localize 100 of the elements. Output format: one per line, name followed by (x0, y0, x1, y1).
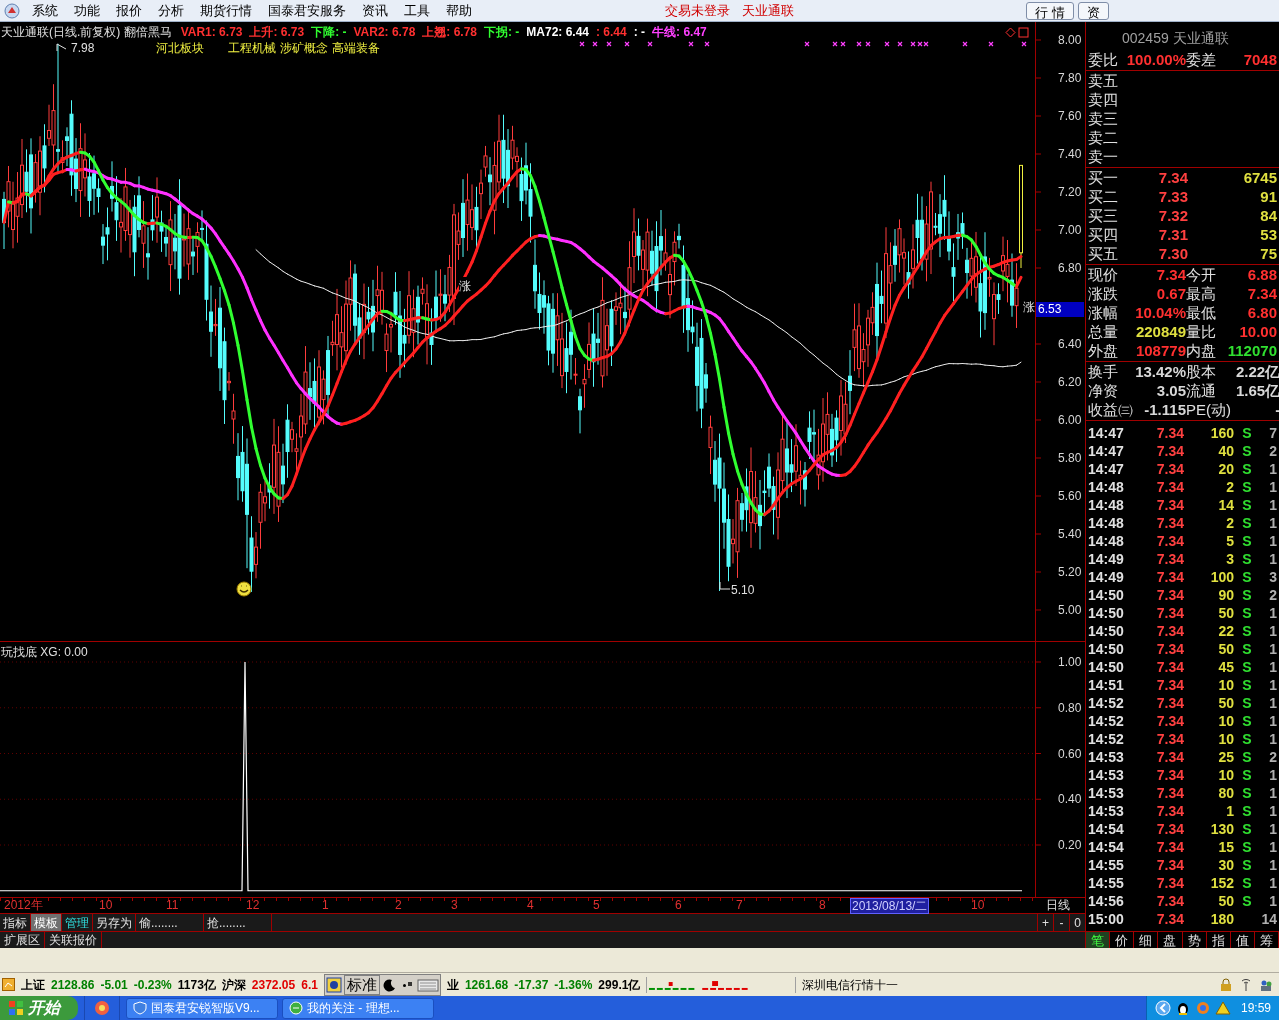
field-label: 涨幅 (1088, 303, 1119, 322)
trade-time: 14:48 (1088, 514, 1125, 532)
trade-time: 14:48 (1088, 496, 1125, 514)
trade-time: 14:47 (1088, 442, 1125, 460)
quote-text: 2128.86 (51, 976, 95, 994)
trade-side: S (1241, 640, 1253, 658)
axis-label: 5.20 (1058, 565, 1082, 579)
trade-price: 7.34 (1155, 712, 1184, 730)
trade-volume: 40 (1217, 442, 1234, 460)
taskbar-button[interactable]: 国泰君安锐智版V9... (126, 997, 278, 1019)
trade-volume: 90 (1217, 586, 1234, 604)
axis-label: 2012年 (3, 898, 44, 912)
menu-item[interactable]: 帮助 (438, 0, 480, 23)
menu-item[interactable]: 资讯 (354, 0, 396, 23)
trade-volume: 1 (1225, 802, 1234, 820)
field-label: 流通 (1186, 381, 1217, 400)
axis-label: 4 (526, 898, 535, 912)
bid-volume: 84 (1259, 206, 1277, 225)
input-mode-button[interactable]: 标准 (343, 974, 380, 995)
axis-label: 6 (674, 898, 683, 912)
axis-label: 7 (735, 898, 744, 912)
quote-text: 299.1亿 (598, 976, 641, 994)
trade-count: 1 (1268, 838, 1277, 856)
trade-side: S (1241, 802, 1253, 820)
toolbar-button[interactable]: 模板 (31, 914, 62, 931)
trade-volume: 45 (1217, 658, 1234, 676)
trade-volume: 2 (1225, 478, 1234, 496)
trade-count: 1 (1268, 640, 1277, 658)
trade-time: 14:47 (1088, 424, 1125, 442)
diamond-icon (1005, 26, 1016, 38)
field-value: 112070 (1226, 341, 1277, 360)
trade-price: 7.34 (1155, 478, 1184, 496)
field-value: 108779 (1134, 341, 1186, 360)
field-label: 内盘 (1186, 341, 1217, 360)
trade-price: 7.34 (1155, 910, 1184, 928)
menu-item[interactable]: 工具 (396, 0, 438, 23)
axis-label: 7.80 (1058, 71, 1082, 85)
menu-item[interactable]: 分析 (150, 0, 192, 23)
axis-label: 6.00 (1058, 413, 1082, 427)
axis-label: 5.80 (1058, 451, 1082, 465)
field-value: 6.88 (1246, 265, 1277, 284)
lock-icon (1219, 977, 1233, 992)
trade-price: 7.34 (1155, 802, 1184, 820)
start-button[interactable]: 开始 (0, 996, 78, 1020)
trade-count: 1 (1268, 460, 1277, 478)
sector-tag: 高端装备 (332, 39, 381, 57)
taskbar-button[interactable]: 我的关注 - 理想... (282, 997, 434, 1019)
period-label: 日线 (1046, 898, 1070, 912)
axis-label: 8 (818, 898, 827, 912)
quote-text: 业 (446, 976, 459, 994)
toolbar-button[interactable]: 行 情 (1026, 1, 1074, 20)
trade-price: 7.34 (1155, 730, 1184, 748)
field-value: 10.04% (1134, 303, 1186, 322)
field-value: 10.00 (1238, 322, 1277, 341)
trade-price: 7.34 (1155, 820, 1184, 838)
menu-item[interactable]: 功能 (66, 0, 108, 23)
trade-side: S (1241, 874, 1253, 892)
trade-count: 1 (1268, 514, 1277, 532)
axis-label: 2013/08/13/二 (850, 898, 930, 914)
trade-side: S (1241, 586, 1253, 604)
rise-mark: 涨 (1023, 298, 1035, 316)
app-launcher-icon (93, 999, 111, 1017)
trade-time: 14:53 (1088, 784, 1125, 802)
trade-price: 7.34 (1155, 550, 1184, 568)
toolbar-button[interactable]: 资 (1078, 1, 1109, 20)
trade-side: S (1241, 424, 1253, 442)
menu-item[interactable]: 期货行情 (192, 0, 260, 23)
trade-time: 15:00 (1088, 910, 1125, 928)
axis-label: 3 (450, 898, 459, 912)
trade-price: 7.34 (1155, 748, 1184, 766)
menu-item[interactable]: 系统 (24, 0, 66, 23)
trade-count: 3 (1268, 568, 1277, 586)
start-label: 开始 (28, 998, 60, 1018)
indicator-value: 下降: - (311, 24, 347, 41)
axis-label: 11 (165, 898, 180, 912)
trade-price: 7.34 (1155, 496, 1184, 514)
trade-side: S (1241, 478, 1253, 496)
field-value: -1.115 (1143, 400, 1186, 419)
bid-volume: 75 (1259, 244, 1277, 263)
detail-tab[interactable]: 笔 (1086, 932, 1111, 948)
menu-item[interactable]: 报价 (108, 0, 150, 23)
trade-volume: 130 (1209, 820, 1234, 838)
trade-count: 1 (1268, 730, 1277, 748)
trade-side: S (1241, 892, 1253, 910)
trade-side: S (1241, 622, 1253, 640)
trade-volume: 20 (1217, 460, 1234, 478)
axis-label: 7.00 (1058, 223, 1082, 237)
axis-label: 2 (394, 898, 403, 912)
axis-label: 1 (321, 898, 330, 912)
trade-volume: 2 (1225, 514, 1234, 532)
menu-item[interactable]: 国泰君安服务 (260, 0, 354, 23)
trade-volume: 3 (1225, 550, 1234, 568)
field-label: 今开 (1186, 265, 1217, 284)
trade-side: S (1241, 514, 1253, 532)
stock-title: 002459 天业通联 (1122, 29, 1229, 48)
trade-time: 14:47 (1088, 460, 1125, 478)
indicator-title: 玩找底 XG: 0.00 (1, 644, 88, 661)
quote-text: -5.01 (100, 976, 128, 994)
trade-volume: 15 (1217, 838, 1234, 856)
bid-price: 7.34 (1157, 168, 1188, 187)
